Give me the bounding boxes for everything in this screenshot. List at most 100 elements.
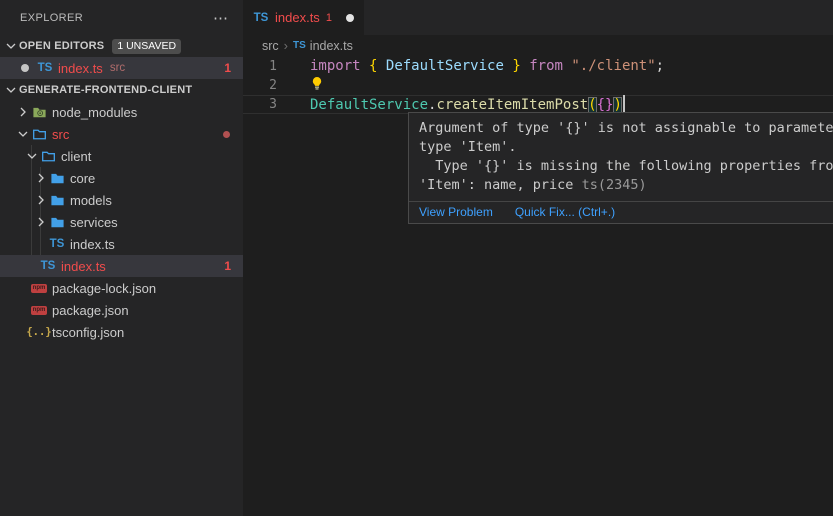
- twistie-spacer: [33, 236, 49, 252]
- tab-modified-dot-icon[interactable]: [346, 14, 354, 22]
- tree-item-label: index.ts: [61, 259, 106, 274]
- npm-icon: npm: [31, 302, 47, 318]
- typescript-icon: TS: [49, 236, 65, 252]
- chevron-right-icon[interactable]: [33, 214, 49, 230]
- tooltip-message-line: Argument of type '{}' is not assignable …: [419, 119, 833, 138]
- tree-item-src[interactable]: src: [0, 123, 243, 145]
- code-token: {}: [597, 97, 614, 113]
- code-editor[interactable]: 1import { DefaultService } from "./clien…: [243, 56, 833, 114]
- tab-label: index.ts: [275, 10, 320, 25]
- typescript-icon: TS: [40, 258, 56, 274]
- unsaved-badge: 1 UNSAVED: [112, 39, 181, 54]
- modified-dot-icon[interactable]: [21, 64, 29, 72]
- tree-item-package-json[interactable]: npm package.json: [0, 299, 243, 321]
- error-count-badge: 1: [224, 259, 231, 273]
- chevron-down-icon[interactable]: [3, 38, 19, 54]
- twistie-spacer: [15, 280, 31, 296]
- tree-item-node-modules[interactable]: node_modules: [0, 101, 243, 123]
- code-token: DefaultService: [310, 97, 428, 113]
- text-cursor: [623, 95, 625, 112]
- tree-item-package-lock-json[interactable]: npmpackage-lock.json: [0, 277, 243, 299]
- line-number: 1: [243, 57, 290, 76]
- tree-item-label: models: [70, 193, 112, 208]
- tooltip-message-line: type 'Item'.: [419, 138, 833, 157]
- tooltip-message-line: 'Item': name, price ts(2345): [419, 176, 833, 195]
- tree-item-services[interactable]: services: [0, 211, 243, 233]
- node-modules-folder-icon: [31, 104, 47, 120]
- tooltip-text: type 'Item'.: [419, 139, 517, 155]
- code-line-content: [290, 76, 324, 95]
- view-problem-link[interactable]: View Problem: [419, 203, 493, 222]
- error-code: ts(2345): [582, 177, 647, 193]
- tree-item-core[interactable]: core: [0, 167, 243, 189]
- folder-open-icon: [31, 126, 47, 142]
- file-tree: node_modulessrcclientcoremodelsservicesT…: [0, 101, 243, 343]
- open-editors-label: OPEN EDITORS: [19, 40, 104, 52]
- tooltip-text: Argument of type '{}' is not assignable …: [419, 120, 833, 136]
- open-editor-item[interactable]: TS index.ts src 1: [0, 57, 243, 79]
- folder-icon: [49, 170, 65, 186]
- typescript-icon: TS: [293, 40, 306, 51]
- tree-item-label: core: [70, 171, 95, 186]
- tooltip-message: Argument of type '{}' is not assignable …: [409, 113, 833, 201]
- open-editor-file-description: src: [110, 62, 125, 74]
- tree-item-label: package.json: [52, 303, 129, 318]
- tree-item-index-ts[interactable]: TS index.ts: [0, 233, 243, 255]
- folder-error-dot-icon: [223, 131, 230, 138]
- code-line-1[interactable]: 1import { DefaultService } from "./clien…: [243, 57, 833, 76]
- quick-fix-link[interactable]: Quick Fix... (Ctrl+.): [515, 203, 615, 222]
- chevron-down-icon[interactable]: [3, 82, 19, 98]
- code-token: createItemItemPost: [436, 97, 588, 113]
- tree-item-label: src: [52, 127, 69, 142]
- code-token: [521, 58, 529, 74]
- breadcrumb-item-file[interactable]: TS index.ts: [293, 39, 353, 53]
- tab-index-ts[interactable]: TS index.ts 1: [243, 0, 364, 35]
- twistie-spacer: [15, 302, 31, 318]
- error-tooltip: Argument of type '{}' is not assignable …: [408, 112, 833, 224]
- typescript-icon: TS: [37, 60, 53, 76]
- code-token: [361, 58, 369, 74]
- tooltip-text: 'Item': name, price: [419, 177, 582, 193]
- breadcrumb-file-label: index.ts: [310, 39, 353, 53]
- breadcrumb-item-src[interactable]: src: [262, 39, 279, 53]
- explorer-title: EXPLORER: [20, 12, 83, 24]
- code-token: from: [529, 58, 563, 74]
- lightbulb-icon[interactable]: [310, 76, 324, 91]
- tree-item-models[interactable]: models: [0, 189, 243, 211]
- json-icon: {..}: [31, 324, 47, 340]
- code-token: ;: [656, 58, 664, 74]
- tree-item-tsconfig-json[interactable]: {..} tsconfig.json: [0, 321, 243, 343]
- section-root-folder[interactable]: GENERATE-FRONTEND-CLIENT: [0, 79, 243, 101]
- tree-item-label: client: [61, 149, 91, 164]
- tooltip-message-line: Type '{}' is missing the following prope…: [419, 157, 833, 176]
- code-token: [377, 58, 385, 74]
- code-token: (: [588, 97, 596, 113]
- open-editor-file-name: index.ts: [58, 61, 103, 76]
- section-open-editors[interactable]: OPEN EDITORS 1 UNSAVED: [0, 35, 243, 57]
- code-token: }: [512, 58, 520, 74]
- breadcrumb-separator: ›: [284, 38, 288, 53]
- chevron-down-icon[interactable]: [24, 148, 40, 164]
- breadcrumb: src › TS index.ts: [243, 35, 833, 56]
- chevron-down-icon[interactable]: [15, 126, 31, 142]
- code-line-2[interactable]: 2: [243, 76, 833, 95]
- tab-bar: TS index.ts 1: [243, 0, 833, 35]
- code-token: "./client": [571, 58, 655, 74]
- more-actions-icon[interactable]: ⋯: [213, 9, 229, 27]
- explorer-panel: EXPLORER ⋯ OPEN EDITORS 1 UNSAVED TS ind…: [0, 0, 243, 516]
- typescript-icon: TS: [253, 10, 269, 26]
- chevron-right-icon[interactable]: [33, 192, 49, 208]
- tree-item-index-ts[interactable]: TS index.ts 1: [0, 255, 243, 277]
- tree-item-label: tsconfig.json: [52, 325, 124, 340]
- tooltip-actions: View Problem Quick Fix... (Ctrl+.): [409, 201, 833, 223]
- code-line-content: import { DefaultService } from "./client…: [290, 57, 664, 76]
- tree-item-label: package-lock.json: [52, 281, 156, 296]
- tree-item-client[interactable]: client: [0, 145, 243, 167]
- chevron-right-icon[interactable]: [33, 170, 49, 186]
- chevron-right-icon[interactable]: [15, 104, 31, 120]
- tree-item-label: index.ts: [70, 237, 115, 252]
- line-number: 2: [243, 76, 290, 95]
- code-token: import: [310, 58, 361, 74]
- editor-group: TS index.ts 1 src › TS index.ts 1import …: [243, 0, 833, 516]
- tree-item-label: node_modules: [52, 105, 137, 120]
